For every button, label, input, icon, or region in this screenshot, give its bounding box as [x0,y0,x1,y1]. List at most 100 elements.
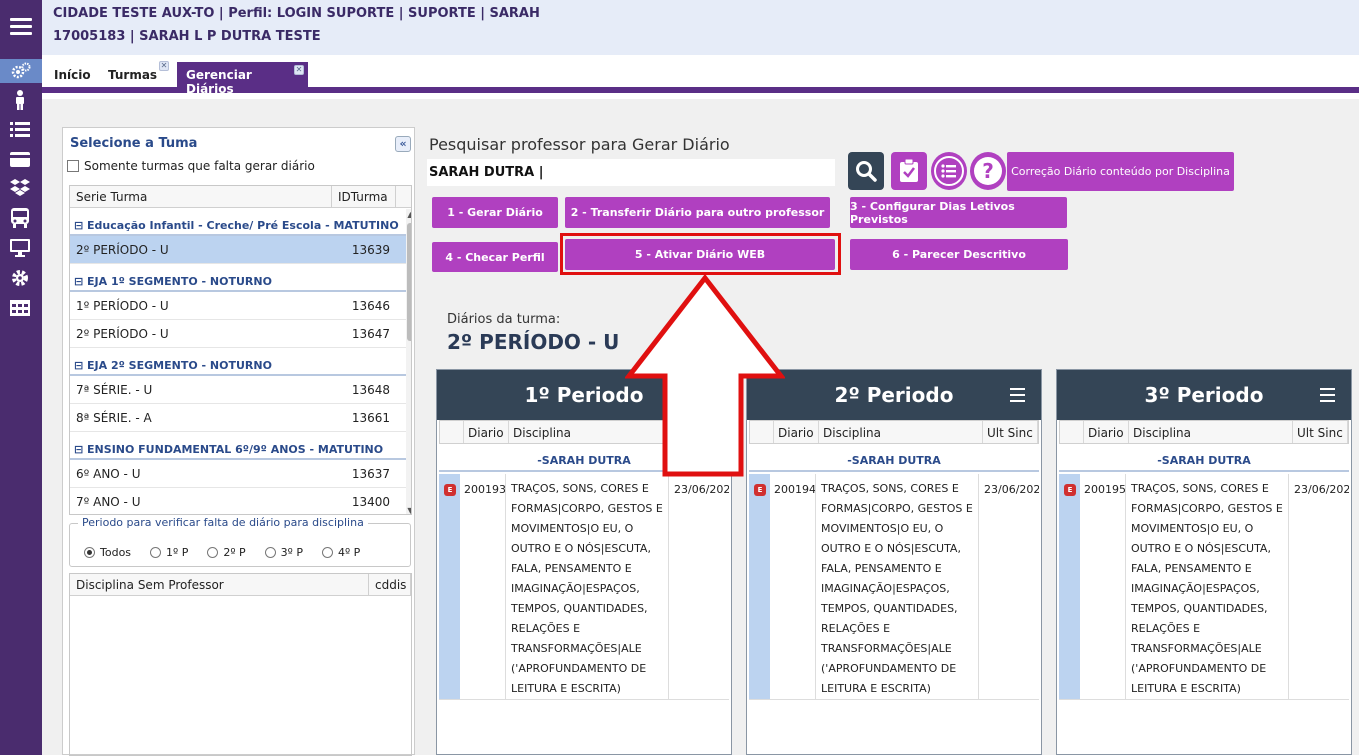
row-codigo: 200193 [464,483,506,496]
table-row[interactable]: 1º PERÍODO - U 13646 [70,292,411,320]
col-cddis[interactable]: cddis [369,574,411,595]
panel-title: Selecione a Tuma [70,136,198,151]
tab-turmas-close[interactable]: ✕ [159,61,169,92]
scroll-up-icon[interactable]: ▲ [406,210,411,219]
group-header[interactable]: ⊟ EJA 1º SEGMENTO - NOTURNO [70,264,411,292]
table-row[interactable]: 7º ANO - U 13400 [70,488,411,514]
table-icon[interactable] [9,297,31,319]
radio-dot[interactable] [207,547,219,558]
monitor-icon[interactable] [9,237,31,259]
col-disciplina-sem-professor[interactable]: Disciplina Sem Professor [70,574,369,595]
periodo-radio-group: Todos 1º P 2º P 3º P 4º P [84,546,379,559]
list-icon[interactable] [9,118,31,140]
filter-checkbox[interactable]: Somente turmas que falta gerar diário [67,159,315,173]
search-input[interactable] [427,159,835,186]
table-row[interactable]: 7ª SÉRIE. - U 13648 [70,376,411,404]
panel-title: 3º Periodo [1144,383,1264,407]
row-ult-sinc: 23/06/2021 [984,483,1039,496]
radio-1p[interactable]: 1º P [150,546,188,559]
gear-icon[interactable] [9,267,31,289]
col-blank [1060,421,1084,443]
radio-dot[interactable] [150,547,162,558]
row-id: 13661 [351,411,390,425]
grid-scrollbar[interactable]: ▲ ▼ [406,209,411,514]
gears-icon[interactable] [0,59,42,83]
row-serie: 6º ANO - U [76,467,141,481]
radio-dot[interactable] [321,547,333,558]
professor-row[interactable]: -SARAH DUTRA [1059,450,1349,472]
hamburger-icon[interactable] [1320,388,1335,406]
hamburger-icon[interactable] [1010,388,1025,406]
group-header[interactable]: ⊟ EJA 2º SEGMENTO - NOTURNO [70,348,411,376]
row-marker: E [439,474,460,699]
table-row[interactable]: E 200195 TRAÇOS, SONS, CORES E FORMAS|CO… [1059,474,1349,700]
table-row[interactable]: 6º ANO - U 13637 [70,460,411,488]
parecer-descritivo-button[interactable]: 6 - Parecer Descritivo [850,239,1068,270]
row-id: 13647 [351,327,390,341]
col-diario[interactable]: Diario [1084,421,1129,443]
user-icon[interactable] [9,89,31,111]
menu-icon[interactable] [0,0,42,52]
table-row[interactable]: 8ª SÉRIE. - A 13661 [70,404,411,432]
group-header[interactable]: ⊟ ENSINO FUNDAMENTAL 6º/9º ANOS - MATUTI… [70,432,411,460]
list-button[interactable] [931,152,967,190]
radio-2p[interactable]: 2º P [207,546,246,559]
tab-turmas[interactable]: Turmas [108,62,157,93]
configurar-dias-letivos-button[interactable]: 3 - Configurar Dias Letivos Previstos [850,197,1067,228]
close-icon[interactable]: ✕ [159,61,169,71]
card-icon[interactable] [9,148,31,170]
bus-icon[interactable] [9,207,31,229]
radio-4p[interactable]: 4º P [321,546,360,559]
group-name: EJA 2º SEGMENTO - NOTURNO [87,359,272,372]
row-ult-sinc: 23/06/2021 [674,483,729,496]
correcao-diario-button[interactable]: Correção Diário conteúdo por Disciplina [1007,152,1234,191]
radio-3p[interactable]: 3º P [264,546,303,559]
search-icon [856,161,877,182]
radio-dot[interactable] [84,547,95,558]
clipboard-check-button[interactable] [891,152,927,190]
table-row[interactable]: 2º PERÍODO - U 13639 [70,236,411,264]
row-serie: 2º PERÍODO - U [76,327,169,341]
main-content: Selecione a Tuma « Somente turmas que fa… [42,99,1359,756]
edit-badge-icon[interactable]: E [754,484,766,496]
tab-gerenciar-diarios[interactable]: Gerenciar Diários ✕ [177,62,308,96]
group-header[interactable]: ⊟ Educação Infantil - Creche/ Pré Escola… [70,208,411,236]
scroll-down-icon[interactable]: ▼ [406,506,411,514]
row-id: 13637 [351,467,390,481]
group-name: EJA 1º SEGMENTO - NOTURNO [87,275,272,288]
radio-label: 1º P [166,546,189,559]
table-row[interactable]: E 200194 TRAÇOS, SONS, CORES E FORMAS|CO… [749,474,1039,700]
table-row[interactable]: E 200193 TRAÇOS, SONS, CORES E FORMAS|CO… [439,474,729,700]
col-idturma[interactable]: IDTurma [332,186,396,207]
edit-badge-icon[interactable]: E [444,484,456,496]
turma-grid: Serie Turma IDTurma ⊟ Educação Infantil … [69,185,412,515]
highlight-frame [560,233,841,275]
turma-panel: Selecione a Tuma « Somente turmas que fa… [62,127,415,756]
col-diario[interactable]: Diario [464,421,509,443]
row-codigo: 200194 [774,483,816,496]
help-button[interactable]: ? [970,152,1006,190]
col-ult-sinc[interactable]: Ult Sinc [983,421,1038,443]
dropbox-icon[interactable] [9,177,31,199]
close-icon[interactable]: ✕ [294,65,304,75]
scroll-thumb[interactable] [407,223,411,341]
checar-perfil-button[interactable]: 4 - Checar Perfil [432,242,558,272]
radio-dot[interactable] [264,547,276,558]
radio-todos[interactable]: Todos [84,546,131,559]
col-serie-turma[interactable]: Serie Turma [70,186,332,207]
table-row[interactable]: 2º PERÍODO - U 13647 [70,320,411,348]
professor-row[interactable]: -SARAH DUTRA [749,450,1039,472]
col-disciplina[interactable]: Disciplina [1129,421,1293,443]
periodo-panel-3: 3º Periodo Diario Disciplina Ult Sinc -S… [1056,369,1352,755]
checkbox-box[interactable] [67,160,79,172]
search-label: Pesquisar professor para Gerar Diário [429,135,730,154]
edit-badge-icon[interactable]: E [1064,484,1076,496]
search-button[interactable] [848,152,884,190]
col-disciplina[interactable]: Disciplina [819,421,983,443]
gerar-diario-button[interactable]: 1 - Gerar Diário [432,197,558,228]
collapse-icon[interactable]: « [395,136,411,152]
col-ult-sinc[interactable]: Ult Sinc [1293,421,1348,443]
tab-inicio[interactable]: Início [54,62,91,93]
row-serie: 7º ANO - U [76,495,141,509]
transferir-diario-button[interactable]: 2 - Transferir Diário para outro profess… [565,197,830,228]
